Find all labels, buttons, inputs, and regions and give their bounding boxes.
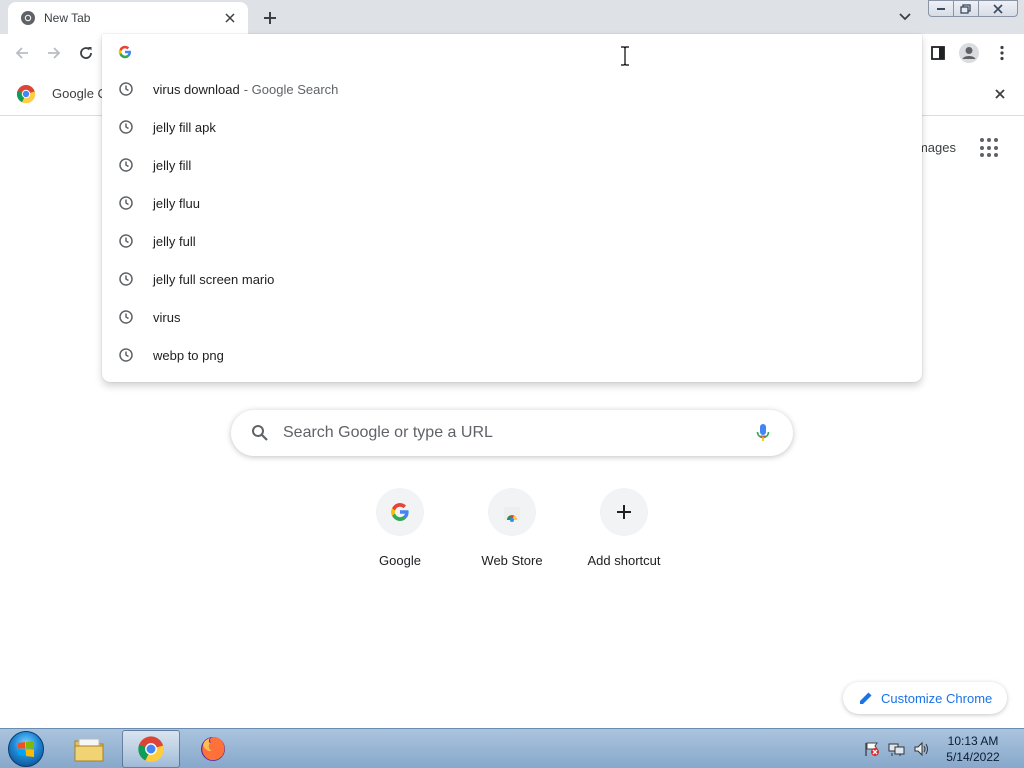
- suggestion-item[interactable]: jelly full screen mario: [102, 260, 922, 298]
- suggestion-text: jelly fill: [153, 157, 192, 173]
- suggestion-item[interactable]: jelly fluu: [102, 184, 922, 222]
- suggestion-item[interactable]: jelly full: [102, 222, 922, 260]
- text-cursor-icon: [620, 46, 630, 66]
- omnibox-input[interactable]: [146, 44, 922, 60]
- history-icon: [118, 119, 134, 135]
- shortcut-tile: [376, 488, 424, 536]
- suggestion-text: virus: [153, 309, 181, 325]
- network-icon[interactable]: [887, 740, 907, 758]
- side-panel-button[interactable]: [926, 41, 950, 65]
- history-icon: [118, 271, 134, 287]
- pencil-icon: [860, 692, 872, 704]
- system-clock[interactable]: 10:13 AM 5/14/2022: [940, 733, 1006, 765]
- taskbar-file-explorer[interactable]: [60, 730, 118, 768]
- avatar-icon: [959, 43, 979, 63]
- profile-button[interactable]: [957, 41, 981, 65]
- shortcut-add[interactable]: Add shortcut: [568, 488, 680, 568]
- customize-chrome-label: Customize Chrome: [881, 690, 993, 706]
- arrow-left-icon: [15, 47, 28, 59]
- history-icon: [118, 309, 134, 325]
- back-button[interactable]: [10, 41, 34, 65]
- folder-icon: [74, 738, 104, 762]
- window-controls: [928, 0, 1018, 18]
- shortcut-google[interactable]: Google: [344, 488, 456, 568]
- suggestion-item[interactable]: virus: [102, 298, 922, 336]
- suggestion-item[interactable]: virus download - Google Search: [102, 70, 922, 108]
- side-panel-icon: [931, 46, 945, 60]
- arrow-right-icon: [48, 47, 61, 59]
- shortcut-web-store[interactable]: Web Store: [456, 488, 568, 568]
- shortcut-label: Google: [379, 553, 421, 568]
- shortcuts: Google Web Store Add shortcut: [344, 488, 680, 568]
- chevron-down-icon: [899, 13, 911, 21]
- omnibox-dropdown: virus download - Google Search jelly fil…: [102, 34, 922, 382]
- tab-title: New Tab: [44, 11, 91, 25]
- minimize-button[interactable]: [928, 0, 954, 17]
- history-icon: [118, 233, 134, 249]
- chrome-logo-icon: [16, 84, 36, 104]
- taskbar: 10:13 AM 5/14/2022: [0, 728, 1024, 768]
- reload-button[interactable]: [74, 41, 98, 65]
- suggestion-text: jelly fill apk: [153, 119, 216, 135]
- suggestion-text: jelly full screen mario: [153, 271, 275, 287]
- suggestion-text: jelly full: [153, 233, 196, 249]
- infobar-text: Google C: [52, 86, 107, 101]
- ntp-search-box[interactable]: [231, 410, 793, 456]
- close-window-button[interactable]: [978, 0, 1018, 17]
- shortcut-tile: [488, 488, 536, 536]
- history-icon: [118, 347, 134, 363]
- suggestion-text: jelly fluu: [153, 195, 200, 211]
- search-icon: [249, 422, 271, 444]
- suggestion-list: virus download - Google Search jelly fil…: [102, 70, 922, 374]
- forward-button[interactable]: [42, 41, 66, 65]
- action-center-flag-icon[interactable]: [862, 740, 882, 758]
- taskbar-chrome[interactable]: [122, 730, 180, 768]
- menu-button[interactable]: [990, 41, 1014, 65]
- suggestion-text: virus download: [153, 81, 240, 97]
- volume-icon[interactable]: [912, 740, 932, 758]
- shortcut-label: Web Store: [481, 553, 543, 568]
- plus-icon: [617, 505, 631, 519]
- windows-logo-icon: [8, 731, 44, 767]
- chrome-logo-icon: [138, 736, 164, 762]
- taskbar-firefox[interactable]: [184, 730, 242, 768]
- suggestion-item[interactable]: webp to png: [102, 336, 922, 374]
- suggestion-text: webp to png: [153, 347, 224, 363]
- infobar-close-icon[interactable]: [990, 84, 1010, 104]
- clock-time: 10:13 AM: [947, 734, 999, 748]
- google-g-icon: [118, 45, 132, 59]
- new-tab-button[interactable]: [258, 6, 282, 30]
- restore-button[interactable]: [953, 0, 979, 17]
- tab-strip: New Tab: [0, 0, 1024, 34]
- microphone-icon[interactable]: [751, 421, 775, 445]
- suggestion-item[interactable]: jelly fill: [102, 146, 922, 184]
- shortcut-label: Add shortcut: [587, 553, 661, 568]
- suggestion-item[interactable]: jelly fill apk: [102, 108, 922, 146]
- kebab-menu-icon: [1000, 45, 1004, 61]
- system-tray: [862, 729, 937, 768]
- reload-icon: [80, 47, 92, 59]
- history-icon: [118, 157, 134, 173]
- start-button[interactable]: [4, 730, 48, 768]
- shortcut-tile: [600, 488, 648, 536]
- plus-icon: [264, 12, 276, 24]
- history-icon: [118, 195, 134, 211]
- customize-chrome-button[interactable]: Customize Chrome: [843, 682, 1007, 714]
- google-g-icon: [391, 503, 409, 521]
- suggestion-suffix: - Google Search: [243, 81, 339, 97]
- web-store-icon: [504, 507, 520, 522]
- clock-date: 5/14/2022: [946, 750, 1000, 764]
- ntp-search-input[interactable]: [283, 424, 751, 442]
- firefox-icon: [201, 737, 225, 761]
- history-icon: [118, 81, 134, 97]
- chrome-icon: [20, 10, 36, 26]
- tab-search-button[interactable]: [894, 6, 916, 28]
- omnibox[interactable]: [102, 34, 922, 70]
- tab-close-icon[interactable]: [222, 10, 238, 26]
- apps-grid-icon[interactable]: [978, 136, 1002, 160]
- tab-new-tab[interactable]: New Tab: [8, 2, 248, 34]
